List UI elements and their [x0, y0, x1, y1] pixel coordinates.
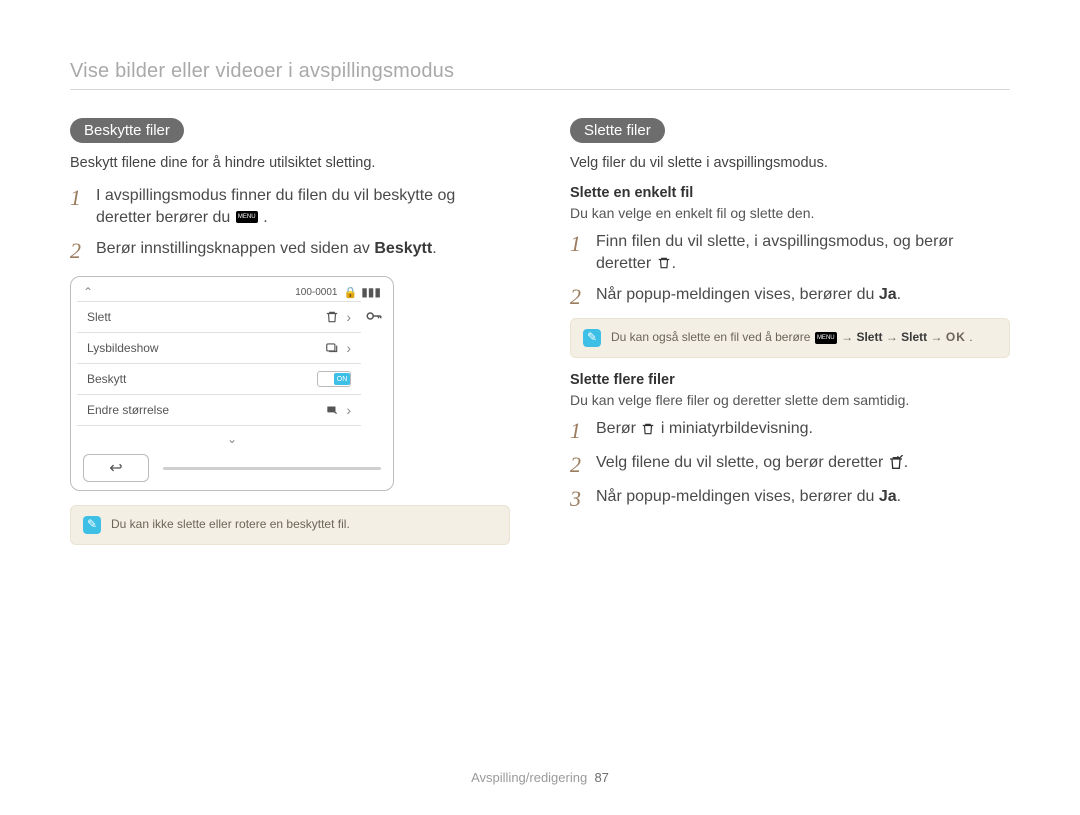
subhead-multi: Slette flere filer [570, 372, 1010, 388]
left-column: Beskytte filer Beskytt filene dine for å… [70, 118, 510, 555]
step-number: 2 [70, 240, 96, 262]
file-counter: 100-0001 [295, 287, 337, 298]
menu-item-slideshow[interactable]: Lysbildeshow › [77, 333, 361, 364]
caret-up-icon: ⌃ [83, 285, 93, 299]
text: i miniatyrbildevisning. [661, 420, 813, 437]
r2-step-3: 3 Når popup-meldingen vises, berører du … [570, 486, 1010, 510]
chevron-right-icon: › [346, 402, 351, 418]
left-step-1: 1 I avspillingsmodus finner du filen du … [70, 185, 510, 228]
chevron-right-icon: › [346, 340, 351, 356]
caret-down-icon: ⌄ [227, 432, 237, 446]
text-bold: Beskytt [374, 240, 432, 257]
step-number: 3 [570, 488, 596, 510]
step-number: 1 [570, 420, 596, 442]
toggle-knob: ON [334, 373, 350, 385]
left-step-2: 2 Berør innstillingsknappen ved siden av… [70, 238, 510, 262]
breadcrumb: Vise bilder eller videoer i avspillingsm… [70, 60, 1010, 90]
r2-step-2: 2 Velg filene du vil slette, og berør de… [570, 452, 1010, 476]
ok-icon: OK [946, 330, 966, 344]
toggle-on[interactable]: ON [317, 371, 351, 387]
page-footer: Avspilling/redigering 87 [0, 770, 1080, 785]
step-number: 1 [570, 233, 596, 255]
battery-icon: ▮▮▮ [361, 285, 381, 299]
info-note-left: ✎ Du kan ikke slette eller rotere en bes… [70, 505, 510, 545]
note-text: Du kan også slette en fil ved å berøre M… [611, 330, 973, 346]
step-number: 2 [570, 454, 596, 476]
label: Slett [87, 310, 324, 324]
step-number: 1 [70, 187, 96, 209]
text: Når popup-meldingen vises, berører du [596, 286, 879, 303]
label: Lysbildeshow [87, 341, 324, 355]
menu-icon: MENU [236, 211, 258, 223]
trash-icon [324, 310, 340, 324]
text: . [432, 240, 436, 257]
text: Berør innstillingsknappen ved siden av [96, 240, 374, 257]
r1-step-2: 2 Når popup-meldingen vises, berører du … [570, 284, 1010, 308]
menu-item-delete[interactable]: Slett › [77, 302, 361, 333]
info-icon: ✎ [583, 329, 601, 347]
lead-delete: Velg filer du vil slette i avspillingsmo… [570, 155, 1010, 171]
subtext-multi: Du kan velge flere filer og deretter sle… [570, 392, 1010, 408]
text: . [897, 286, 901, 303]
trash-icon [656, 256, 672, 270]
r1-step-1: 1 Finn filen du vil slette, i avspilling… [570, 231, 1010, 274]
settings-panel-screenshot: ⌃ 100-0001 🔒 ▮▮▮ Slett › [70, 276, 394, 491]
trash-check-icon [888, 456, 904, 470]
text: Berør [596, 420, 640, 437]
trash-icon [640, 422, 656, 436]
text-bold: Ja [879, 286, 897, 303]
subhead-single: Slette en enkelt fil [570, 185, 1010, 201]
text: I avspillingsmodus finner du filen du vi… [96, 187, 455, 226]
r2-step-1: 1 Berør i miniatyrbildevisning. [570, 418, 1010, 442]
protect-status-icon: 🔒 [343, 286, 357, 299]
pill-protect: Beskytte filer [70, 118, 184, 143]
step-number: 2 [570, 286, 596, 308]
chevron-right-icon: › [346, 309, 351, 325]
menu-item-protect[interactable]: Beskytt ON [77, 364, 361, 395]
pill-delete: Slette filer [570, 118, 665, 143]
slideshow-icon [324, 341, 340, 355]
info-icon: ✎ [83, 516, 101, 534]
text: . [897, 488, 901, 505]
info-note-right: ✎ Du kan også slette en fil ved å berøre… [570, 318, 1010, 358]
lead-protect: Beskytt filene dine for å hindre utilsik… [70, 155, 510, 171]
note-text: Du kan ikke slette eller rotere en besky… [111, 517, 350, 533]
text: Velg filene du vil slette, og berør dere… [596, 454, 888, 471]
menu-item-resize[interactable]: Endre størrelse › [77, 395, 361, 426]
right-column: Slette filer Velg filer du vil slette i … [570, 118, 1010, 555]
text: . [904, 454, 908, 471]
progress-bar[interactable] [163, 467, 381, 470]
subtext-single: Du kan velge en enkelt fil og slette den… [570, 205, 1010, 221]
label: Endre størrelse [87, 403, 324, 417]
text: . [263, 209, 267, 226]
key-icon [365, 307, 383, 330]
back-button[interactable]: ↩ [83, 454, 149, 482]
text-bold: Ja [879, 488, 897, 505]
text: Når popup-meldingen vises, berører du [596, 488, 879, 505]
menu-icon: MENU [815, 332, 837, 344]
text: . [672, 255, 676, 272]
footer-page: 87 [594, 770, 608, 785]
resize-icon [324, 403, 340, 417]
footer-section: Avspilling/redigering [471, 770, 587, 785]
text: Finn filen du vil slette, i avspillingsm… [596, 233, 954, 272]
label: Beskytt [87, 372, 317, 386]
